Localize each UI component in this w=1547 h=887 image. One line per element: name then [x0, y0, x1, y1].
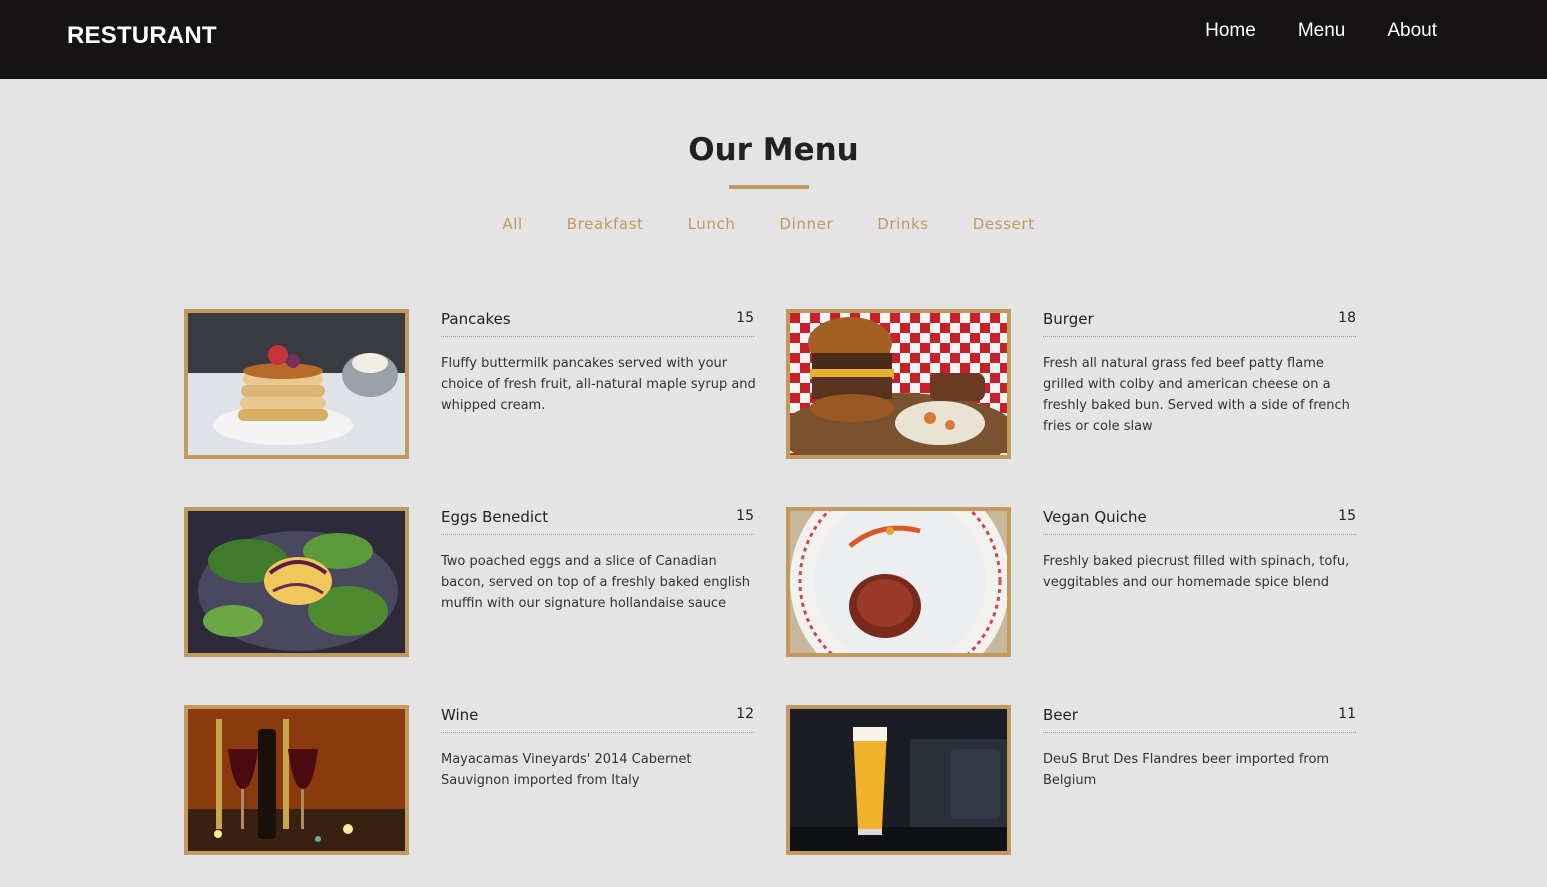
- item-description: Freshly baked piecrust filled with spina…: [1043, 554, 1350, 590]
- item-price: 15: [736, 508, 754, 524]
- menu-item: Eggs Benedict 15 Two poached eggs and a …: [184, 507, 756, 659]
- item-name: Beer: [1043, 706, 1078, 724]
- pancakes-photo: [184, 309, 409, 459]
- item-header: Wine 12: [441, 706, 754, 733]
- item-price: 15: [1338, 508, 1356, 524]
- nav-link-about[interactable]: About: [1387, 20, 1437, 42]
- item-price: 12: [736, 706, 754, 722]
- menu-item: Burger 18 Fresh all natural grass fed be…: [786, 309, 1358, 461]
- menu-item: Beer 11 DeuS Brut Des Flandres beer impo…: [786, 705, 1358, 857]
- item-description: Fresh all natural grass fed beef patty f…: [1043, 356, 1350, 434]
- menu-item: Wine 12 Mayacamas Vineyards' 2014 Cabern…: [184, 705, 756, 857]
- eggs-benedict-photo: [184, 507, 409, 657]
- item-header: Burger 18: [1043, 310, 1356, 337]
- nav-links: Home Menu About: [1205, 20, 1437, 42]
- filter-drinks[interactable]: Drinks: [877, 215, 929, 233]
- nav-link-home[interactable]: Home: [1205, 20, 1256, 42]
- item-header: Vegan Quiche 15: [1043, 508, 1356, 535]
- item-price: 11: [1338, 706, 1356, 722]
- item-description: DeuS Brut Des Flandres beer imported fro…: [1043, 752, 1330, 788]
- category-filters: All Breakfast Lunch Dinner Drinks Desser…: [0, 215, 1537, 233]
- item-name: Vegan Quiche: [1043, 508, 1147, 526]
- item-price: 18: [1338, 310, 1356, 326]
- section-title: Our Menu: [688, 132, 859, 168]
- brand-logo[interactable]: RESTURANT: [67, 22, 217, 50]
- item-header: Eggs Benedict 15: [441, 508, 754, 535]
- item-description: Fluffy buttermilk pancakes served with y…: [441, 356, 756, 413]
- item-description: Mayacamas Vineyards' 2014 Cabernet Sauvi…: [441, 752, 692, 788]
- item-name: Eggs Benedict: [441, 508, 549, 526]
- navbar: RESTURANT Home Menu About: [0, 0, 1547, 79]
- item-description: Two poached eggs and a slice of Canadian…: [441, 554, 751, 611]
- menu-item: Vegan Quiche 15 Freshly baked piecrust f…: [786, 507, 1358, 659]
- menu-item: Pancakes 15 Fluffy buttermilk pancakes s…: [184, 309, 756, 461]
- filter-lunch[interactable]: Lunch: [688, 215, 736, 233]
- burger-photo: [786, 309, 1011, 459]
- filter-dinner[interactable]: Dinner: [779, 215, 833, 233]
- title-underline: [729, 185, 809, 189]
- item-header: Beer 11: [1043, 706, 1356, 733]
- vegan-quiche-photo: [786, 507, 1011, 657]
- item-header: Pancakes 15: [441, 310, 754, 337]
- beer-photo: [786, 705, 1011, 855]
- filter-all[interactable]: All: [502, 215, 522, 233]
- item-name: Burger: [1043, 310, 1094, 328]
- nav-link-menu[interactable]: Menu: [1298, 20, 1346, 42]
- filter-dessert[interactable]: Dessert: [973, 215, 1035, 233]
- filter-breakfast[interactable]: Breakfast: [567, 215, 644, 233]
- item-name: Pancakes: [441, 310, 511, 328]
- wine-photo: [184, 705, 409, 855]
- item-price: 15: [736, 310, 754, 326]
- item-name: Wine: [441, 706, 479, 724]
